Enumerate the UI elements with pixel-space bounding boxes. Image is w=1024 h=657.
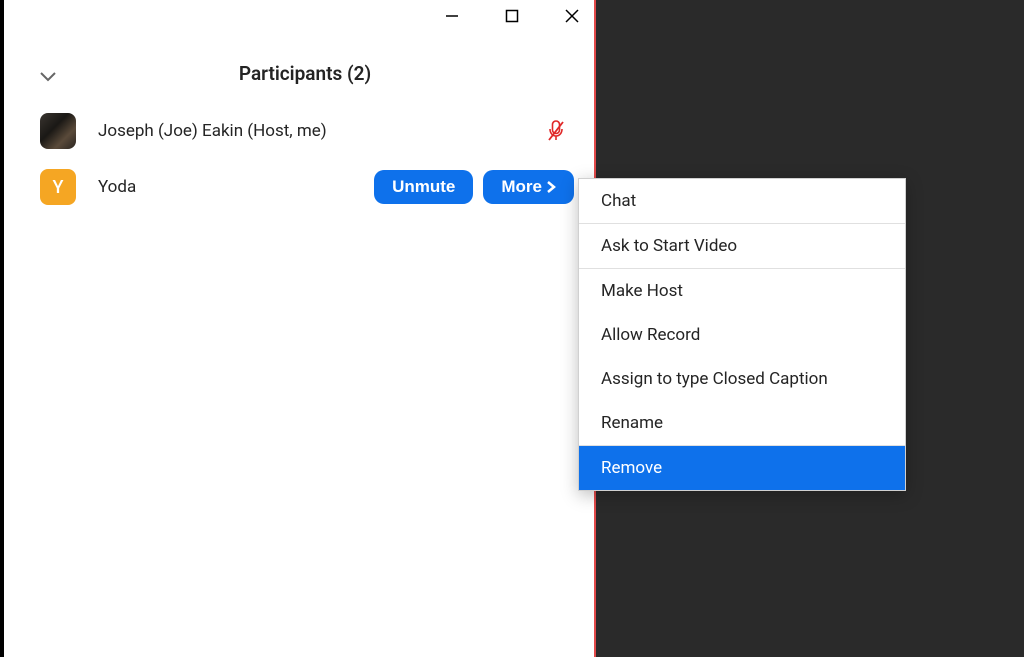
unmute-label: Unmute <box>392 177 455 197</box>
participants-panel: Participants (2) Joseph (Joe) Eakin (Hos… <box>4 0 596 657</box>
close-icon <box>565 9 579 23</box>
participant-row-yoda[interactable]: Y Yoda Unmute More <box>4 159 594 215</box>
close-button[interactable] <box>558 2 586 30</box>
menu-item-ask-video[interactable]: Ask to Start Video <box>579 224 905 268</box>
menu-item-rename[interactable]: Rename <box>579 401 905 445</box>
menu-item-allow-record[interactable]: Allow Record <box>579 313 905 357</box>
avatar-host <box>40 113 76 149</box>
chevron-right-icon <box>546 180 556 194</box>
maximize-icon <box>505 9 519 23</box>
menu-item-closed-caption[interactable]: Assign to type Closed Caption <box>579 357 905 401</box>
more-button[interactable]: More <box>483 170 574 204</box>
unmute-button[interactable]: Unmute <box>374 170 473 204</box>
maximize-button[interactable] <box>498 2 526 30</box>
chevron-down-icon <box>40 72 56 82</box>
participant-name-label: Joseph (Joe) Eakin (Host, me) <box>98 121 524 141</box>
avatar-initial: Y <box>53 177 64 198</box>
participant-row-host[interactable]: Joseph (Joe) Eakin (Host, me) <box>4 103 594 159</box>
more-context-menu: Chat Ask to Start Video Make Host Allow … <box>578 178 906 491</box>
panel-header: Participants (2) <box>4 32 594 103</box>
minimize-icon <box>445 9 459 23</box>
menu-item-make-host[interactable]: Make Host <box>579 269 905 313</box>
minimize-button[interactable] <box>438 2 466 30</box>
collapse-toggle[interactable] <box>40 72 56 82</box>
menu-item-remove[interactable]: Remove <box>579 446 905 490</box>
more-label: More <box>501 177 542 197</box>
avatar-yoda: Y <box>40 169 76 205</box>
mic-muted-icon <box>546 119 566 143</box>
window-titlebar <box>4 0 594 32</box>
participant-actions: Unmute More <box>374 170 574 204</box>
participant-name-label: Yoda <box>98 177 352 197</box>
menu-item-chat[interactable]: Chat <box>579 179 905 223</box>
panel-title: Participants (2) <box>40 62 570 85</box>
